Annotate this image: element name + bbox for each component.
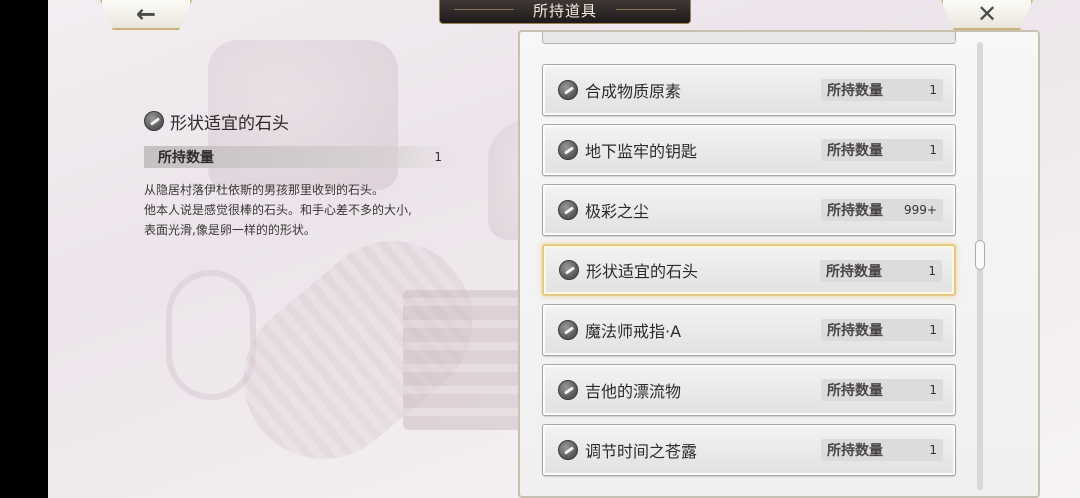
item-quantity: 所持数量 1 [821,139,943,161]
back-button[interactable]: ← [100,0,192,30]
quantity-value: 1 [928,264,936,278]
quantity-label: 所持数量 [827,83,883,99]
list-item-partial[interactable] [542,32,956,44]
quantity-value: 1 [929,323,937,337]
item-quantity: 所持数量 1 [821,319,943,341]
item-detail-quantity: 所持数量 1 [144,146,452,168]
key-item-icon [559,260,579,280]
quantity-label: 所持数量 [158,150,214,166]
quantity-value: 1 [929,83,937,97]
item-name: 吉他的漂流物 [585,382,682,401]
quantity-value: 999+ [904,203,937,217]
key-item-icon [558,200,578,220]
list-item[interactable]: 魔法师戒指·A 所持数量 1 [542,304,956,356]
item-detail-panel: 形状适宜的石头 所持数量 1 从隐居村落伊杜依斯的男孩那里收到的石头。 他本人说… [144,106,484,240]
page-title: 所持道具 [439,0,691,24]
item-detail-header: 形状适宜的石头 [144,106,484,136]
key-item-icon [558,140,578,160]
key-item-icon [558,80,578,100]
quantity-label: 所持数量 [827,143,883,159]
item-quantity: 所持数量 1 [821,379,943,401]
item-detail-name: 形状适宜的石头 [170,113,289,134]
back-arrow-icon: ← [135,0,157,28]
item-name: 形状适宜的石头 [586,262,699,281]
quantity-value: 1 [929,443,937,457]
list-item[interactable]: 合成物质原素 所持数量 1 [542,64,956,116]
item-description: 从隐居村落伊杜依斯的男孩那里收到的石头。 他本人说是感觉很棒的石头。和手心差不多… [144,180,474,240]
item-name: 合成物质原素 [585,82,682,101]
quantity-label: 所持数量 [827,383,883,399]
item-list-panel[interactable]: 合成物质原素 所持数量 1 地下监牢的钥匙 所持数量 1 极彩之尘 所持数量 9… [518,30,1040,498]
description-line: 从隐居村落伊杜依斯的男孩那里收到的石头。 [144,183,385,197]
list-item[interactable]: 调节时间之苍露 所持数量 1 [542,424,956,476]
item-quantity: 所持数量 1 [821,439,943,461]
quantity-value: 1 [929,143,937,157]
close-icon: ✕ [976,0,998,28]
item-quantity: 所持数量 1 [821,79,943,101]
quantity-value: 1 [434,150,442,164]
quantity-value: 1 [929,383,937,397]
quantity-label: 所持数量 [827,443,883,459]
list-item-selected[interactable]: 形状适宜的石头 所持数量 1 [542,244,956,296]
key-item-icon [558,440,578,460]
item-quantity: 所持数量 999+ [821,199,943,221]
key-item-icon [558,380,578,400]
quantity-label: 所持数量 [827,203,883,219]
description-line: 他本人说是感觉很棒的石头。和手心差不多的大小, [144,203,412,217]
list-item[interactable]: 吉他的漂流物 所持数量 1 [542,364,956,416]
item-name: 魔法师戒指·A [585,322,682,341]
item-name: 地下监牢的钥匙 [585,142,698,161]
list-scrollbar[interactable] [975,42,985,490]
left-black-bar [0,0,48,498]
quantity-label: 所持数量 [826,264,882,280]
list-item[interactable]: 地下监牢的钥匙 所持数量 1 [542,124,956,176]
close-button[interactable]: ✕ [941,0,1033,30]
quantity-label: 所持数量 [827,323,883,339]
item-name: 调节时间之苍露 [585,442,698,461]
key-item-icon [558,320,578,340]
description-line: 表面光滑,像是卵一样的的形状。 [144,223,316,237]
inventory-screen: ← 所持道具 ✕ 形状适宜的石头 所持数量 1 从隐居村落伊杜依斯的男孩那里收到… [48,0,1080,498]
item-quantity: 所持数量 1 [820,260,942,282]
scrollbar-thumb[interactable] [975,240,985,270]
list-item[interactable]: 极彩之尘 所持数量 999+ [542,184,956,236]
item-name: 极彩之尘 [585,202,650,221]
key-item-icon [144,111,164,131]
